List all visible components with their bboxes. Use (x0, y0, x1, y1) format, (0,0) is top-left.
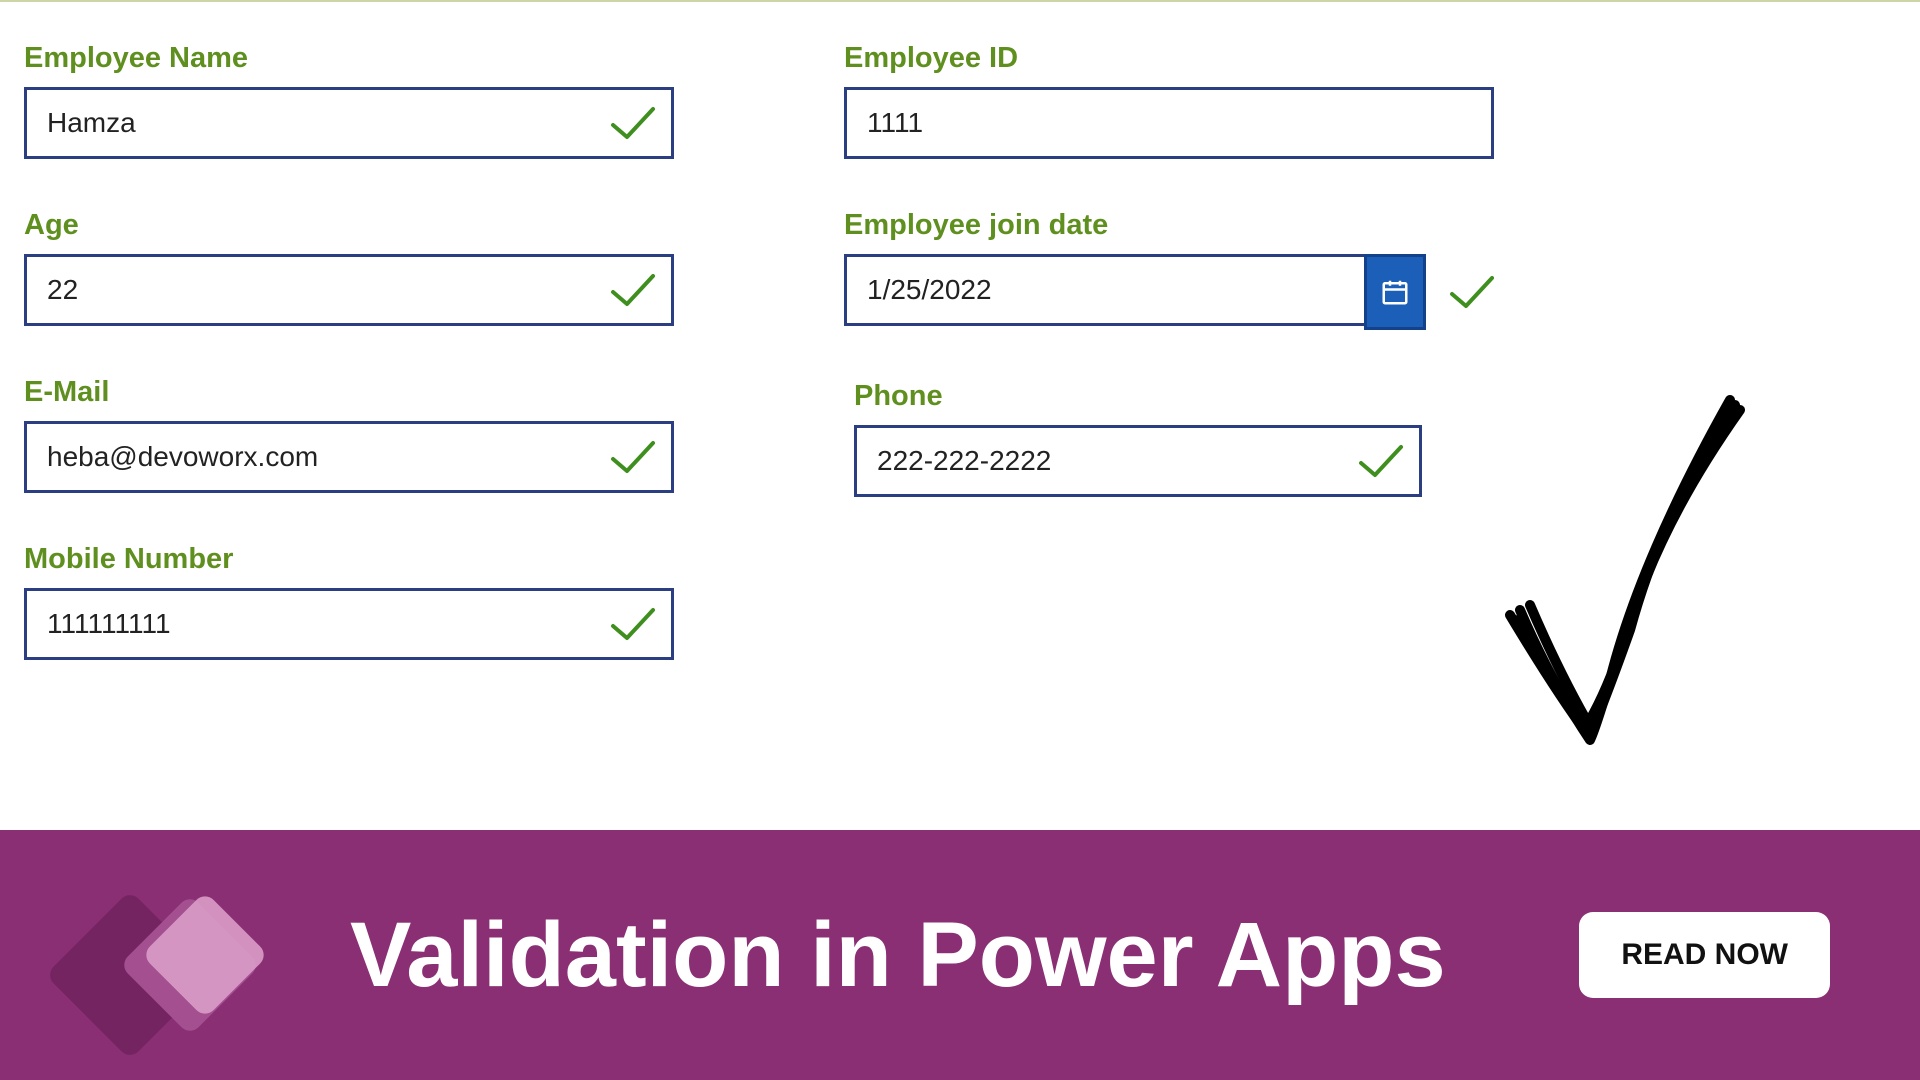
calendar-icon (1380, 277, 1410, 307)
field-email: E-Mail heba@devoworx.com (24, 376, 674, 493)
label-age: Age (24, 209, 674, 242)
value-employee-id: 1111 (867, 107, 1471, 139)
check-icon (609, 604, 657, 644)
input-join-date[interactable]: 1/25/2022 (844, 254, 1364, 326)
value-phone: 222-222-2222 (877, 445, 1399, 477)
value-mobile: 111111111 (47, 608, 651, 640)
read-now-button[interactable]: READ NOW (1579, 912, 1830, 998)
field-age: Age 22 (24, 209, 674, 326)
date-row: 1/25/2022 (844, 254, 1494, 330)
large-check-illustration (1480, 380, 1760, 760)
calendar-button[interactable] (1364, 254, 1426, 330)
left-column: Employee Name Hamza Age 22 E-Mail heba@d… (24, 42, 674, 710)
check-icon (609, 270, 657, 310)
value-employee-name: Hamza (47, 107, 651, 139)
input-email[interactable]: heba@devoworx.com (24, 421, 674, 493)
label-phone: Phone (854, 380, 1494, 413)
check-icon (609, 103, 657, 143)
input-mobile[interactable]: 111111111 (24, 588, 674, 660)
powerapps-logo (50, 855, 250, 1055)
field-mobile: Mobile Number 111111111 (24, 543, 674, 660)
banner-title: Validation in Power Apps (350, 903, 1579, 1008)
label-employee-name: Employee Name (24, 42, 674, 75)
right-column: Employee ID 1111 Employee join date 1/25… (844, 42, 1494, 710)
label-join-date: Employee join date (844, 209, 1494, 242)
field-phone: Phone 222-222-2222 (854, 380, 1494, 497)
input-phone[interactable]: 222-222-2222 (854, 425, 1422, 497)
input-age[interactable]: 22 (24, 254, 674, 326)
value-join-date: 1/25/2022 (867, 274, 1354, 306)
banner: Validation in Power Apps READ NOW (0, 830, 1920, 1080)
field-employee-name: Employee Name Hamza (24, 42, 674, 159)
input-employee-name[interactable]: Hamza (24, 87, 674, 159)
label-employee-id: Employee ID (844, 42, 1494, 75)
label-mobile: Mobile Number (24, 543, 674, 576)
check-icon (1357, 441, 1405, 481)
input-employee-id[interactable]: 1111 (844, 87, 1494, 159)
check-icon (1448, 272, 1494, 312)
field-employee-id: Employee ID 1111 (844, 42, 1494, 159)
value-age: 22 (47, 274, 651, 306)
label-email: E-Mail (24, 376, 674, 409)
check-icon (609, 437, 657, 477)
field-join-date: Employee join date 1/25/2022 (844, 209, 1494, 330)
value-email: heba@devoworx.com (47, 441, 651, 473)
date-wrap: 1/25/2022 (844, 254, 1426, 330)
